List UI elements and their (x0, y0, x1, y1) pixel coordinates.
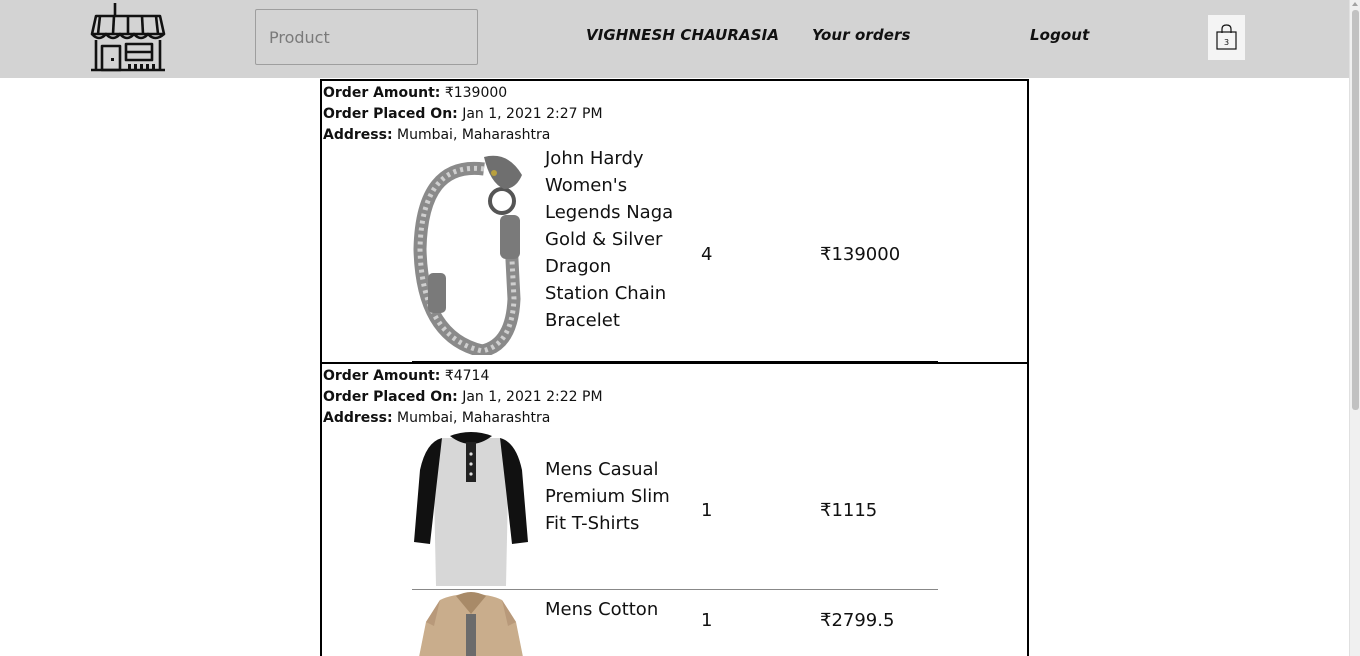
order-card: Order Amount: ₹4714 Order Placed On: Jan… (320, 362, 1029, 656)
order-address-line: Address: Mumbai, Maharashtra (323, 408, 603, 429)
product-price: ₹1115 (820, 500, 878, 521)
order-address-value: Mumbai, Maharashtra (397, 410, 551, 426)
tshirt-image (414, 432, 528, 586)
item-divider (412, 589, 938, 590)
order-date-label: Order Placed On: (323, 106, 458, 122)
scrollbar-thumb[interactable] (1352, 10, 1359, 410)
product-name[interactable]: John Hardy Women's Legends Naga Gold & S… (545, 145, 675, 334)
product-name[interactable]: Mens Cotton (545, 596, 675, 623)
order-amount-label: Order Amount: (323, 85, 441, 101)
product-quantity: 1 (701, 610, 713, 631)
order-amount-line: Order Amount: ₹4714 (323, 366, 603, 387)
order-item-row: John Hardy Women's Legends Naga Gold & S… (412, 147, 938, 360)
order-amount-label: Order Amount: (323, 368, 441, 384)
logout-link[interactable]: Logout (1030, 26, 1089, 44)
order-date-value: Jan 1, 2021 2:27 PM (462, 106, 603, 122)
product-search-input[interactable] (255, 9, 478, 65)
product-quantity: 4 (701, 244, 713, 265)
product-name[interactable]: Mens Casual Premium Slim Fit T-Shirts (545, 456, 675, 537)
order-meta: Order Amount: ₹4714 Order Placed On: Jan… (323, 366, 603, 429)
order-address-label: Address: (323, 127, 393, 143)
order-date-line: Order Placed On: Jan 1, 2021 2:22 PM (323, 387, 603, 408)
order-date-value: Jan 1, 2021 2:22 PM (462, 389, 603, 405)
order-amount-value: ₹139000 (444, 85, 508, 101)
jacket-image (419, 592, 523, 656)
order-item-row: Mens Casual Premium Slim Fit T-Shirts 1 … (412, 430, 938, 588)
order-address-label: Address: (323, 410, 393, 426)
user-name-link[interactable]: VIGHNESH CHAURASIA (586, 26, 779, 44)
product-price: ₹139000 (820, 244, 901, 265)
your-orders-link[interactable]: Your orders (812, 26, 911, 44)
page-scrollbar[interactable] (1349, 0, 1360, 656)
order-item-row: Mens Cotton 1 ₹2799.5 (412, 592, 938, 656)
cart-count-badge: 3 (1223, 38, 1230, 47)
store-logo-icon[interactable] (88, 0, 168, 74)
product-price: ₹2799.5 (820, 610, 895, 631)
product-quantity: 1 (701, 500, 713, 521)
order-meta: Order Amount: ₹139000 Order Placed On: J… (323, 83, 603, 146)
order-date-label: Order Placed On: (323, 389, 458, 405)
order-amount-value: ₹4714 (444, 368, 490, 384)
top-navbar: VIGHNESH CHAURASIA Your orders Logout 3 (0, 0, 1349, 78)
order-address-line: Address: Mumbai, Maharashtra (323, 125, 603, 146)
order-amount-line: Order Amount: ₹139000 (323, 83, 603, 104)
order-card: Order Amount: ₹139000 Order Placed On: J… (320, 79, 1029, 364)
order-address-value: Mumbai, Maharashtra (397, 127, 551, 143)
bracelet-image (413, 155, 522, 355)
scroll-up-arrow-icon[interactable] (1352, 2, 1358, 6)
order-date-line: Order Placed On: Jan 1, 2021 2:27 PM (323, 104, 603, 125)
cart-button[interactable]: 3 (1208, 15, 1245, 60)
